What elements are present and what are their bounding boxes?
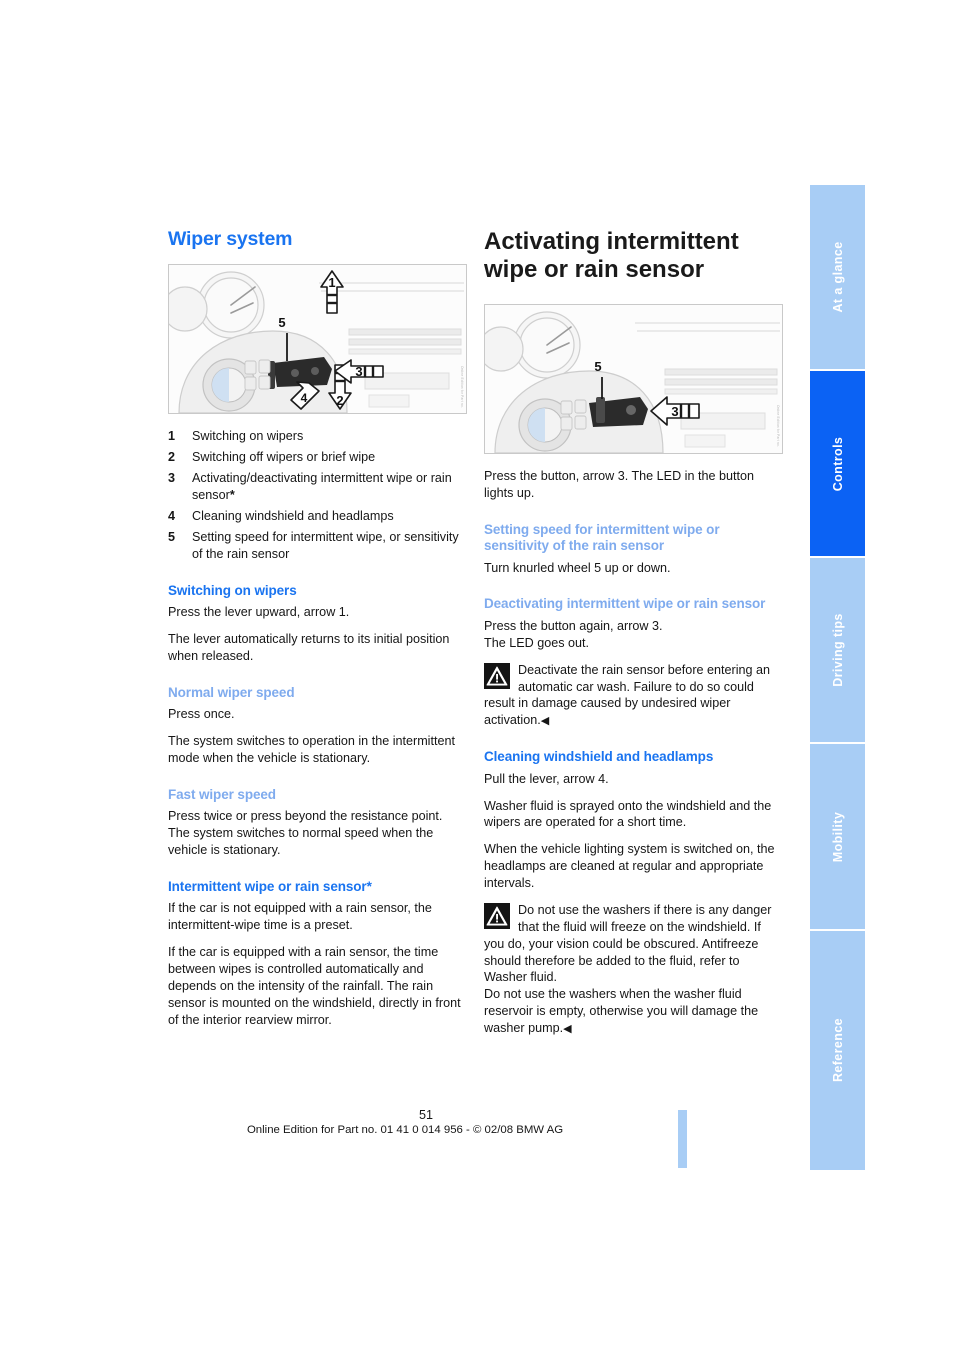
legend-number: 3: [168, 471, 176, 486]
tab-reference[interactable]: Reference: [810, 930, 865, 1170]
svg-text:3: 3: [671, 404, 678, 419]
tab-driving-tips[interactable]: Driving tips: [810, 557, 865, 745]
tab-mobility[interactable]: Mobility: [810, 744, 865, 931]
heading-switching-on-wipers: Switching on wipers: [168, 582, 297, 598]
legend-text: Switching off wipers or brief wipe: [192, 450, 376, 465]
figure-watermark: Online Edition for Part no.: [776, 405, 780, 447]
wiper-stalk-illustration: 1 2 3 4 5 Online Edition for Part no.: [168, 264, 467, 415]
tab-controls[interactable]: Controls: [810, 371, 865, 558]
svg-text:2: 2: [336, 393, 343, 408]
heading-intermittent-wipe-rain-sensor: Intermittent wipe or rain sensor*: [168, 878, 372, 894]
svg-text:3: 3: [355, 364, 362, 379]
paragraph: Press the lever upward, arrow 1.: [168, 605, 350, 620]
page-footer: 51 Online Edition for Part no. 01 41 0 0…: [0, 1108, 810, 1136]
heading-activating-intermittent-wipe: Activating intermittent wipe or rain sen…: [484, 228, 739, 283]
heading-normal-wiper-speed: Normal wiper speed: [168, 684, 295, 700]
paragraph: Press twice or press beyond the resistan…: [168, 809, 443, 824]
paragraph: The LED goes out.: [484, 635, 590, 650]
right-column: Activating intermittent wipe or rain sen…: [484, 228, 784, 1047]
legend-number: 4: [168, 508, 176, 523]
warning-block-washers: Do not use the washers if there is any d…: [484, 902, 784, 1037]
warning-end-marker: ◀: [563, 1023, 572, 1036]
warning-end-marker: ◀: [540, 715, 550, 728]
tab-at-a-glance-label: At a glance: [830, 241, 845, 313]
paragraph: Turn knurled wheel 5 up or down.: [484, 560, 671, 575]
warning-text: Do not use the washers if there is any d…: [484, 902, 772, 1036]
heading-deactivating-intermittent-wipe: Deactivating intermittent wipe or rain s…: [484, 596, 766, 612]
page-number-marker-bar: [678, 1110, 687, 1168]
page-number: 51: [418, 1108, 433, 1122]
paragraph: Press once.: [168, 707, 235, 722]
paragraph: The lever automatically returns to its i…: [168, 631, 450, 663]
paragraph: If the car is not equipped with a rain s…: [168, 901, 432, 933]
paragraph: Washer fluid is sprayed onto the windshi…: [484, 798, 772, 830]
svg-text:5: 5: [594, 359, 601, 374]
manual-page: At a glance Controls Driving tips Mobili…: [0, 0, 954, 1350]
paragraph: If the car is equipped with a rain senso…: [168, 945, 461, 1027]
legend-number: 2: [168, 450, 176, 465]
wiper-button-illustration: 3 5 Online Edition for Part no.: [484, 303, 783, 454]
tab-controls-label: Controls: [830, 436, 845, 492]
warning-triangle-icon: [484, 902, 510, 929]
legend-asterisk: *: [229, 488, 235, 503]
warning-triangle-icon: [484, 662, 510, 689]
svg-text:5: 5: [278, 315, 285, 330]
legend-number: 1: [168, 429, 176, 444]
legend-number: 5: [168, 529, 176, 544]
svg-text:1: 1: [328, 275, 335, 290]
heading-setting-speed-intermittent-wipe: Setting speed for intermittent wipe or s…: [484, 521, 720, 554]
callout-legend-list: 1 Switching on wipers 2 Switching off wi…: [168, 428, 468, 562]
legend-item: 5 Setting speed for intermittent wipe, o…: [168, 529, 468, 563]
warning-text: Deactivate the rain sensor before enteri…: [484, 662, 771, 728]
wiper-stalk-figure-svg: 1 2 3 4 5: [169, 265, 466, 414]
tab-reference-label: Reference: [830, 1018, 845, 1083]
tab-driving-tips-label: Driving tips: [830, 613, 845, 687]
figure-watermark: Online Edition for Part no.: [460, 365, 464, 408]
paragraph: Pull the lever, arrow 4.: [484, 771, 609, 786]
legend-item: 4 Cleaning windshield and headlamps: [168, 508, 468, 525]
heading-fast-wiper-speed: Fast wiper speed: [168, 786, 276, 802]
legend-text: Setting speed for intermittent wipe, or …: [192, 529, 459, 561]
tab-mobility-label: Mobility: [830, 811, 845, 862]
paragraph: The system switches to operation in the …: [168, 733, 455, 765]
paragraph: When the vehicle lighting system is swit…: [484, 842, 775, 891]
paragraph: Press the button, arrow 3. The LED in th…: [484, 468, 754, 500]
footer-edition-line: Online Edition for Part no. 01 41 0 014 …: [246, 1124, 564, 1136]
legend-item: 3 Activating/deactivating intermittent w…: [168, 470, 468, 504]
legend-text: Cleaning windshield and headlamps: [192, 508, 394, 523]
left-column: Wiper system 1 2 3 4 5 Online Edition fo…: [168, 228, 468, 1038]
tab-at-a-glance[interactable]: At a glance: [810, 185, 865, 372]
heading-cleaning-windshield-headlamps: Cleaning windshield and headlamps: [484, 749, 714, 765]
svg-text:4: 4: [301, 391, 308, 405]
section-tab-strip: At a glance Controls Driving tips Mobili…: [810, 185, 865, 1170]
paragraph: Press the button again, arrow 3.: [484, 618, 663, 633]
wiper-button-figure-svg: 3 5: [485, 304, 782, 453]
warning-block-rain-sensor: Deactivate the rain sensor before enteri…: [484, 662, 784, 730]
paragraph: The system switches to normal speed when…: [168, 826, 434, 857]
page-title: Wiper system: [168, 228, 293, 250]
legend-item: 1 Switching on wipers: [168, 428, 468, 445]
legend-text: Switching on wipers: [192, 429, 304, 444]
legend-item: 2 Switching off wipers or brief wipe: [168, 449, 468, 466]
